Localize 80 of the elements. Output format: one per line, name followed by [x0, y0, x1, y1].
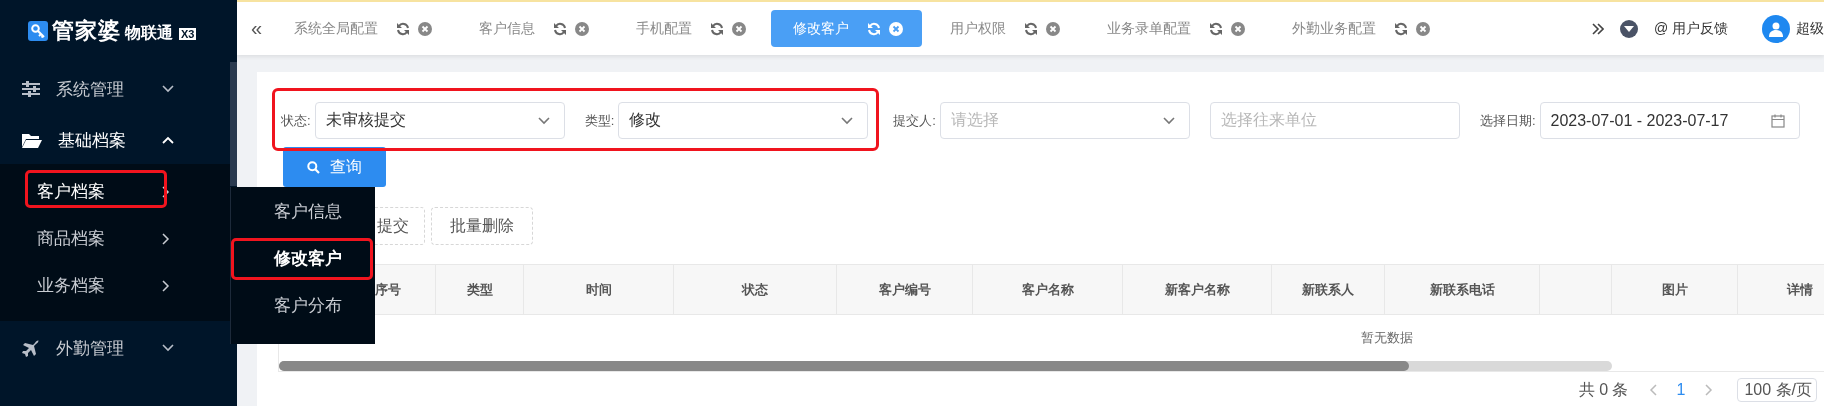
flyout-menu-item[interactable]: 客户分布 [231, 282, 375, 329]
close-icon[interactable] [1416, 21, 1431, 36]
edition-badge: X3 [179, 27, 197, 40]
field-label: 类型: [584, 111, 615, 130]
dropdown-field[interactable]: 未审核提交 [314, 102, 565, 139]
sliders-icon [22, 81, 40, 97]
submenu-item[interactable]: 客户档案 [0, 168, 230, 215]
column-header: 类型 [466, 280, 493, 299]
chevron-down-icon [841, 116, 854, 125]
column-header: 新客户名称 [1164, 280, 1230, 299]
menu-item[interactable]: 基础档案 [0, 116, 230, 164]
date-range-field[interactable]: 2023-07-01 - 2023-07-17 [1539, 102, 1800, 139]
tab[interactable]: 手机配置 [614, 10, 766, 47]
user-avatar-icon[interactable] [1762, 14, 1790, 43]
scrollbar[interactable] [230, 62, 237, 186]
total-count: 共 0 条 [1578, 381, 1629, 399]
column-header: 状态 [742, 280, 768, 299]
chevron-right-icon [162, 185, 170, 198]
tab[interactable]: 外勤业务配置 [1270, 10, 1450, 47]
column-header: 详情 [1787, 280, 1813, 299]
refresh-icon[interactable] [553, 21, 568, 36]
chevron-down-icon [537, 116, 550, 125]
chevron-down-icon [1162, 116, 1175, 125]
refresh-icon[interactable] [710, 21, 725, 36]
folder-icon [22, 132, 42, 148]
field-label: 选择日期: [1479, 111, 1536, 130]
action-button[interactable]: 批量删除 [431, 207, 533, 245]
close-icon[interactable] [889, 21, 904, 36]
logo-text: 管家婆 [52, 17, 121, 45]
calendar-icon [1770, 113, 1785, 128]
chevron-down-icon [162, 85, 174, 93]
action-button[interactable]: 提交 [375, 207, 425, 245]
submenu-item[interactable]: 商品档案 [0, 215, 230, 262]
chevron-down-icon [162, 344, 174, 352]
column-header: 新联系电话 [1429, 280, 1495, 299]
close-icon[interactable] [575, 21, 590, 36]
chevron-right-icon [162, 232, 170, 245]
flyout-menu-item[interactable]: 客户信息 [231, 188, 375, 235]
collapse-button[interactable]: « [251, 17, 263, 40]
double-chevron-icon[interactable] [1591, 22, 1604, 35]
empty-message: 暂无数据 [1360, 329, 1413, 347]
tab[interactable]: 业务录单配置 [1085, 10, 1265, 47]
page-number[interactable]: 1 [1676, 381, 1686, 399]
column-header: 客户编号 [878, 280, 931, 299]
plane-icon [22, 339, 40, 357]
dropdown-icon[interactable] [1619, 19, 1638, 38]
feedback-link[interactable]: @ 用户反馈 [1653, 19, 1728, 38]
product-name: 物联通 [125, 23, 173, 43]
refresh-icon[interactable] [1394, 21, 1409, 36]
column-header: 新联系人 [1302, 280, 1354, 299]
menu-item[interactable]: 系统管理 [0, 62, 230, 116]
chevron-up-icon [162, 136, 174, 144]
refresh-icon[interactable] [1024, 21, 1039, 36]
dropdown-field[interactable]: 修改 [618, 102, 869, 139]
tab[interactable]: 系统全局配置 [272, 10, 452, 47]
column-header: 图片 [1661, 280, 1688, 299]
close-icon[interactable] [732, 21, 747, 36]
flyout-menu-item[interactable]: 修改客户 [231, 235, 375, 282]
menu-item[interactable]: 外勤管理 [0, 321, 230, 375]
close-icon[interactable] [1046, 21, 1061, 36]
page-size-select[interactable]: 100 条/页 [1737, 378, 1817, 402]
column-header: 客户名称 [1021, 280, 1074, 299]
chevron-right-icon [162, 279, 170, 292]
tab[interactable]: 客户信息 [457, 10, 609, 47]
user-name[interactable]: 超级 [1796, 19, 1824, 38]
submenu-item[interactable]: 业务档案 [0, 262, 230, 309]
close-icon[interactable] [1231, 21, 1246, 36]
close-icon[interactable] [418, 21, 433, 36]
refresh-icon[interactable] [396, 21, 411, 36]
search-icon [307, 160, 320, 174]
field-label: 状态: [281, 111, 311, 130]
column-header: 时间 [585, 280, 612, 299]
key-icon [28, 21, 48, 41]
column-header: 序号 [375, 280, 401, 299]
chevron-right-icon[interactable] [1705, 384, 1714, 396]
chevron-left-icon[interactable] [1648, 384, 1657, 396]
tab[interactable]: 用户权限 [928, 10, 1080, 47]
horizontal-scrollbar[interactable] [279, 361, 1612, 371]
refresh-icon[interactable] [1209, 21, 1224, 36]
field-label: 提交人: [893, 111, 936, 130]
